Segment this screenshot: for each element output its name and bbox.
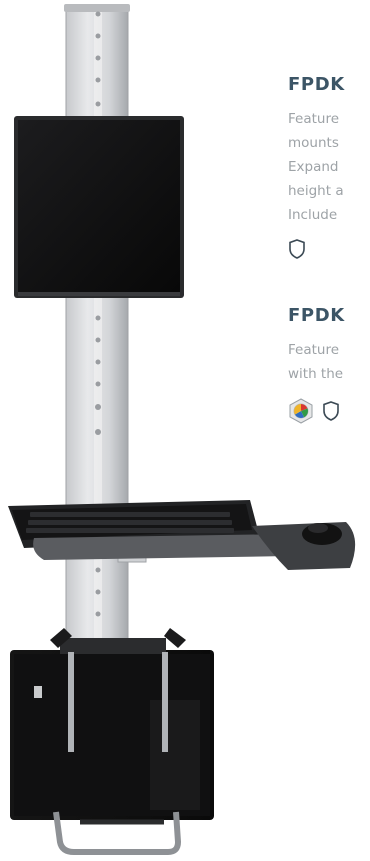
product-badges [288, 239, 370, 263]
monitor [14, 116, 184, 298]
cpu-holder [10, 628, 214, 855]
product-description-line: with the [288, 366, 344, 382]
product-description-line: Include [288, 207, 338, 223]
shield-outline-icon[interactable] [288, 239, 306, 263]
product-description-line: height a [288, 183, 344, 199]
shield-outline-icon[interactable] [322, 401, 340, 425]
keyboard-tray [8, 500, 356, 570]
product-entry-1: FPDK Feature mounts Expand height a Incl… [288, 74, 370, 263]
product-description-line: Feature [288, 111, 340, 127]
hex-color-logo-icon[interactable] [288, 398, 314, 428]
product-description-line: mounts [288, 135, 339, 151]
product-badges [288, 398, 370, 428]
product-description-line: Expand [288, 159, 339, 175]
product-entry-2: FPDK Feature with the [288, 305, 370, 428]
product-model-title: FPDK [288, 305, 345, 326]
product-model-title: FPDK [288, 74, 345, 95]
product-description-line: Feature [288, 342, 340, 358]
